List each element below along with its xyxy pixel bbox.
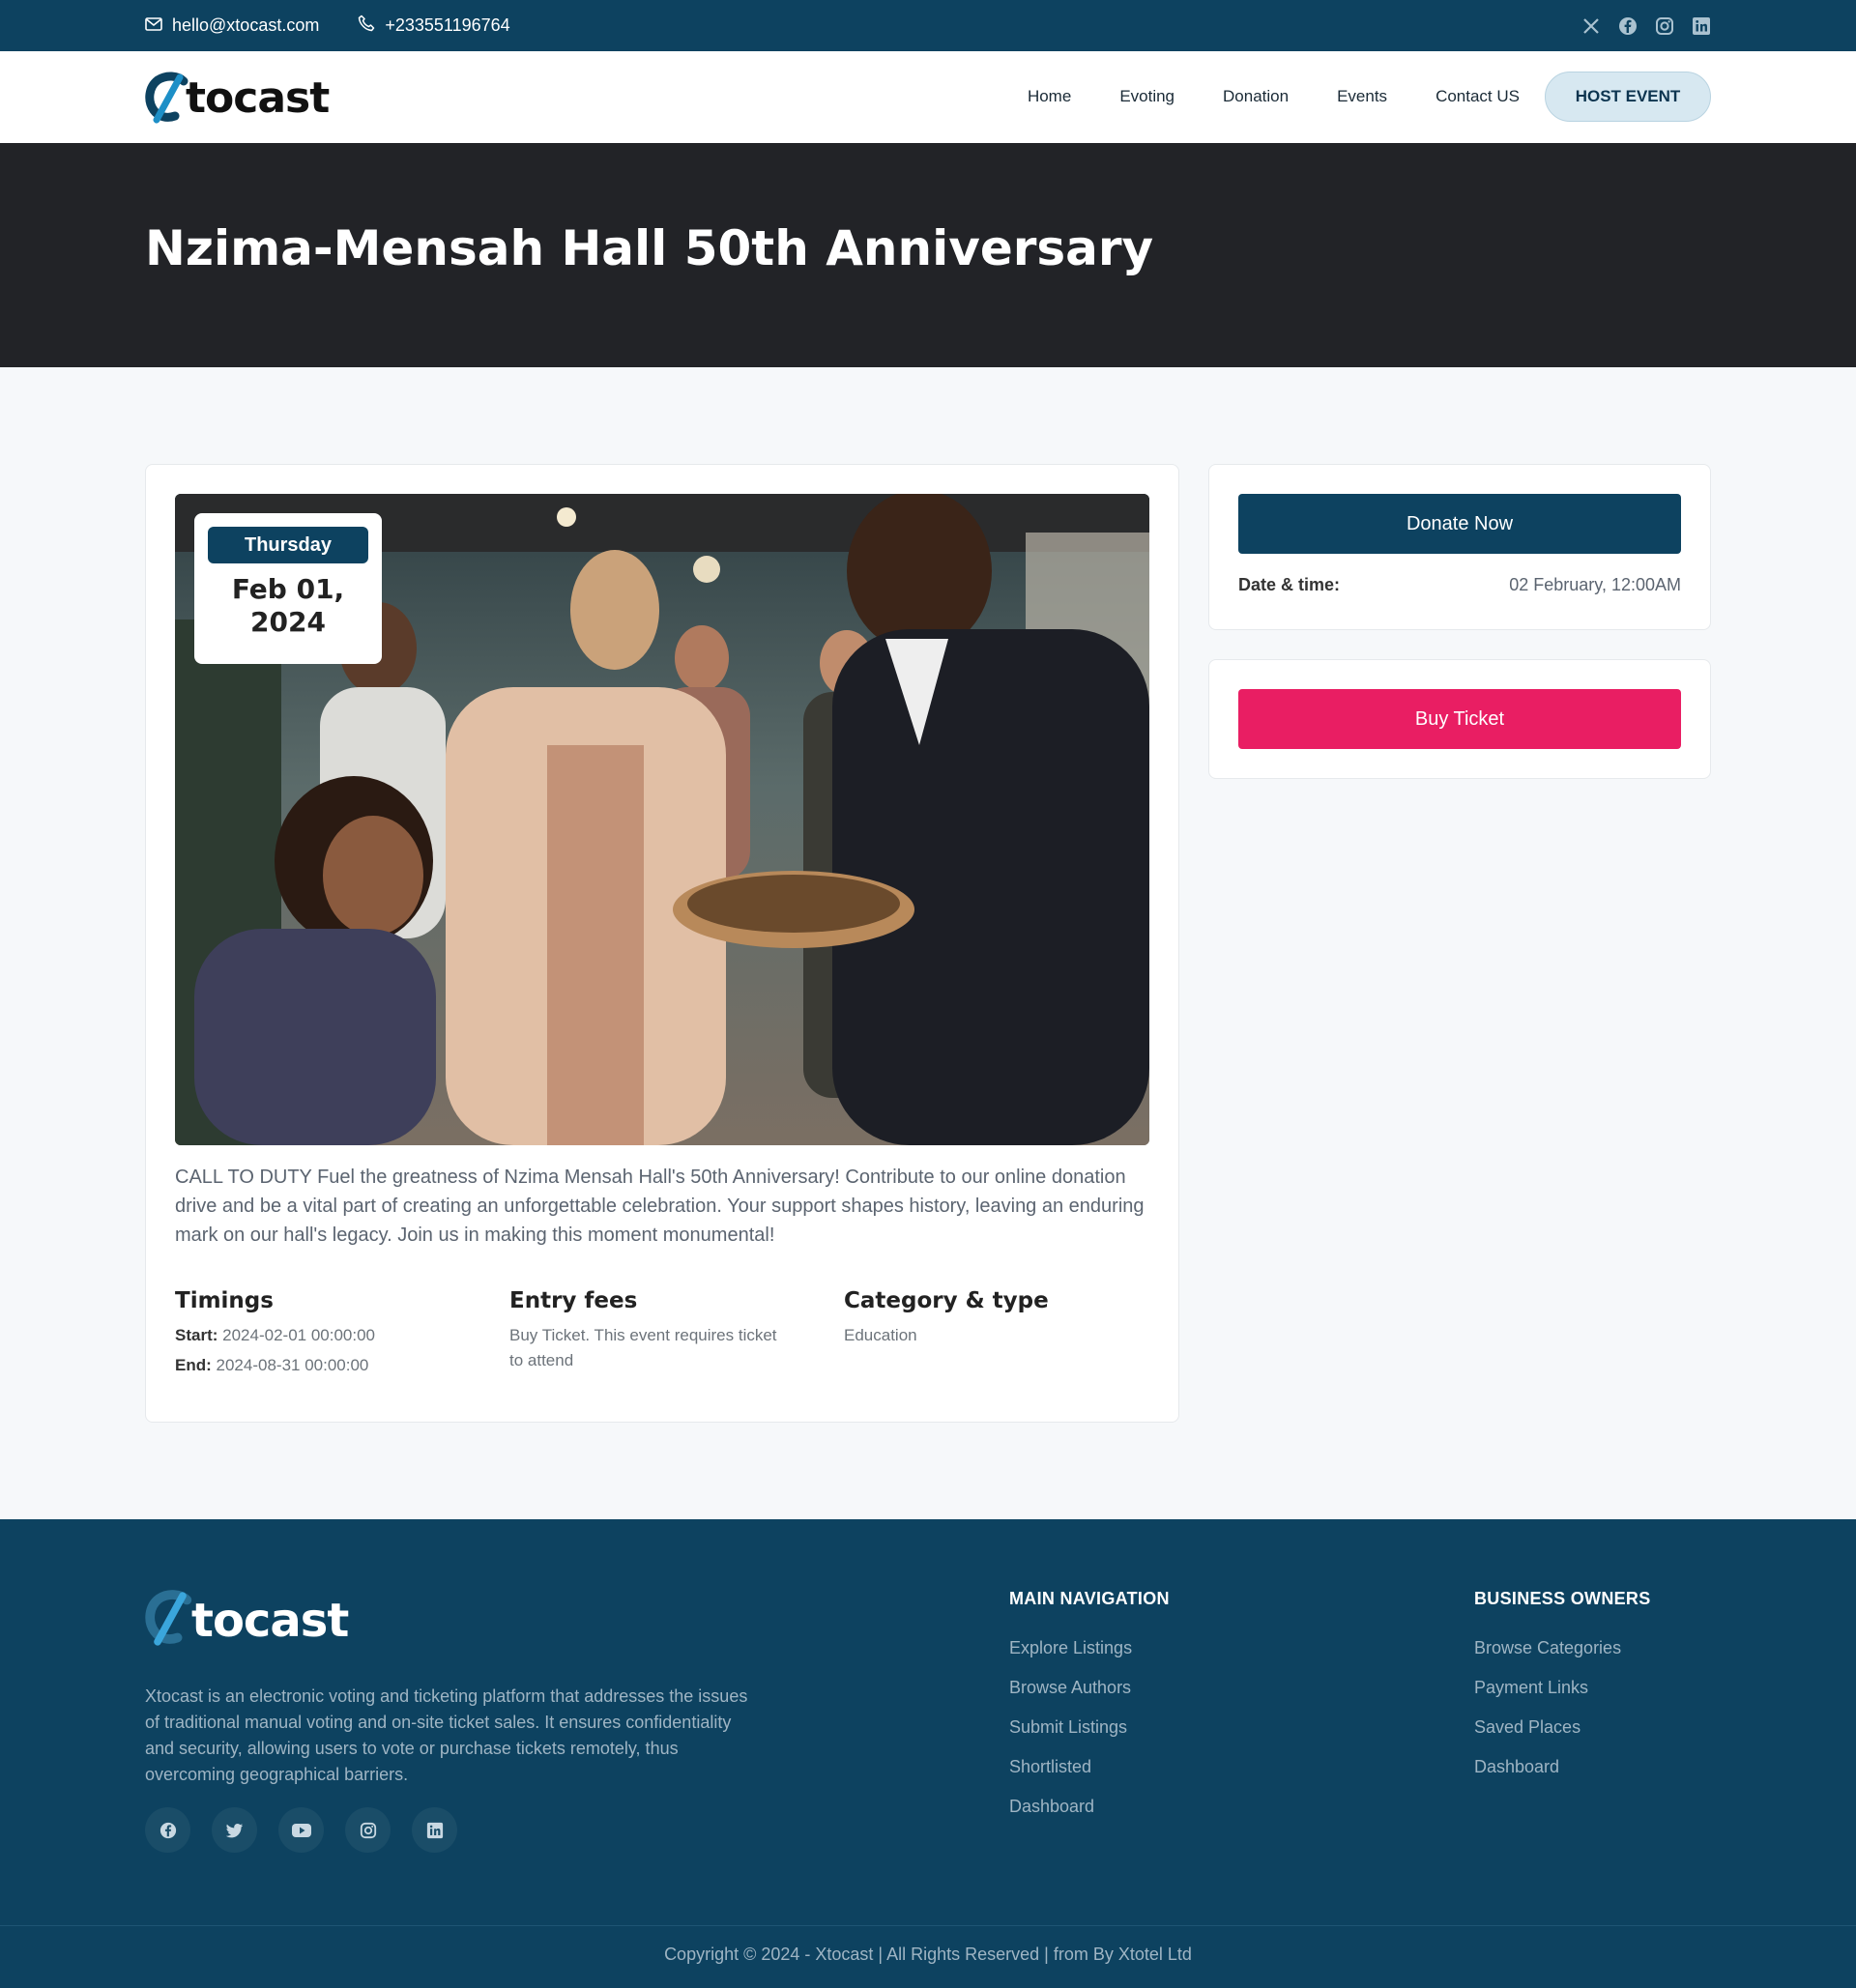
event-description: CALL TO DUTY Fuel the greatness of Nzima… xyxy=(175,1167,1145,1246)
footer-business-heading: BUSINESS OWNERS xyxy=(1474,1589,1651,1608)
datetime-row: Date & time: 02 February, 12:00AM xyxy=(1238,575,1681,595)
facebook-icon[interactable] xyxy=(145,1807,190,1853)
footer-divider xyxy=(0,1925,1856,1926)
nav-contact[interactable]: Contact US xyxy=(1411,87,1544,106)
footer-link-submit-listings[interactable]: Submit Listings xyxy=(1009,1708,1170,1747)
logo-text: tocast xyxy=(186,72,330,123)
twitter-icon[interactable] xyxy=(212,1807,257,1853)
page-hero: Nzima-Mensah Hall 50th Anniversary xyxy=(0,143,1856,367)
footer-logo-text: tocast xyxy=(191,1594,349,1648)
category-section: Category & type Education xyxy=(844,1288,1144,1348)
end-time: End: 2024-08-31 00:00:00 xyxy=(175,1353,475,1378)
site-footer: tocast Xtocast is an electronic voting a… xyxy=(0,1519,1856,1988)
email-link[interactable]: hello@xtocast.com xyxy=(145,15,319,36)
event-date: Feb 01, 2024 xyxy=(231,573,345,638)
footer-link-shortlisted[interactable]: Shortlisted xyxy=(1009,1747,1170,1787)
footer-link-browse-authors[interactable]: Browse Authors xyxy=(1009,1668,1170,1708)
nav-evoting[interactable]: Evoting xyxy=(1095,87,1199,106)
buy-ticket-button[interactable]: Buy Ticket xyxy=(1238,689,1681,749)
youtube-icon[interactable] xyxy=(278,1807,324,1853)
datetime-value: 02 February, 12:00AM xyxy=(1509,575,1681,594)
phone-icon xyxy=(358,14,375,37)
phone-link[interactable]: +233551196764 xyxy=(358,14,510,37)
footer-social xyxy=(145,1807,457,1853)
contact-info: hello@xtocast.com +233551196764 xyxy=(145,0,510,51)
event-day: Thursday xyxy=(208,527,368,563)
footer-link-business-dashboard[interactable]: Dashboard xyxy=(1474,1747,1651,1787)
top-bar: hello@xtocast.com +233551196764 xyxy=(0,0,1856,51)
footer-main-nav-heading: MAIN NAVIGATION xyxy=(1009,1589,1170,1608)
datetime-label: Date & time: xyxy=(1238,575,1341,594)
copyright-text: Copyright © 2024 - Xtocast | All Rights … xyxy=(664,1945,1192,1964)
nav-events[interactable]: Events xyxy=(1313,87,1411,106)
phone-text: +233551196764 xyxy=(385,15,510,35)
site-logo[interactable]: tocast xyxy=(145,71,330,125)
timings-heading: Timings xyxy=(175,1288,274,1313)
x-icon[interactable] xyxy=(1581,16,1601,36)
site-header: tocast Home Evoting Donation Events Cont… xyxy=(0,51,1856,143)
footer-main-nav: MAIN NAVIGATION Explore Listings Browse … xyxy=(1009,1589,1170,1827)
end-label: End: xyxy=(175,1356,212,1374)
start-value: 2024-02-01 00:00:00 xyxy=(222,1326,375,1344)
category-text: Education xyxy=(844,1326,917,1344)
entry-fees-text: Buy Ticket. This event requires ticket t… xyxy=(509,1326,777,1369)
donate-card: Donate Now Date & time: 02 February, 12:… xyxy=(1208,464,1711,630)
logo-mark-icon xyxy=(145,72,189,124)
footer-logo[interactable]: tocast xyxy=(145,1589,349,1650)
end-value: 2024-08-31 00:00:00 xyxy=(216,1356,369,1374)
footer-link-browse-categories[interactable]: Browse Categories xyxy=(1474,1628,1651,1668)
category-heading: Category & type xyxy=(844,1288,1049,1313)
ticket-card: Buy Ticket xyxy=(1208,659,1711,779)
timings-section: Timings Start: 2024-02-01 00:00:00 End: … xyxy=(175,1288,475,1378)
footer-link-dashboard[interactable]: Dashboard xyxy=(1009,1787,1170,1827)
event-date-badge: Thursday Feb 01, 2024 xyxy=(194,513,382,664)
footer-link-explore-listings[interactable]: Explore Listings xyxy=(1009,1628,1170,1668)
instagram-icon[interactable] xyxy=(1655,16,1674,36)
nav-donation[interactable]: Donation xyxy=(1199,87,1313,106)
event-details-card: Thursday Feb 01, 2024 CALL TO DUTY Fuel … xyxy=(145,464,1179,1423)
nav-home[interactable]: Home xyxy=(1003,87,1095,106)
page-title: Nzima-Mensah Hall 50th Anniversary xyxy=(145,220,1154,276)
facebook-icon[interactable] xyxy=(1618,16,1638,36)
entry-fees-heading: Entry fees xyxy=(509,1288,638,1313)
footer-link-payment-links[interactable]: Payment Links xyxy=(1474,1668,1651,1708)
footer-business-owners: BUSINESS OWNERS Browse Categories Paymen… xyxy=(1474,1589,1651,1787)
event-image: Thursday Feb 01, 2024 xyxy=(175,494,1149,1145)
footer-about: Xtocast is an electronic voting and tick… xyxy=(145,1686,748,1784)
linkedin-icon[interactable] xyxy=(1692,16,1711,36)
start-time: Start: 2024-02-01 00:00:00 xyxy=(175,1323,475,1348)
donate-now-button[interactable]: Donate Now xyxy=(1238,494,1681,554)
host-event-button[interactable]: HOST EVENT xyxy=(1545,72,1711,122)
email-text: hello@xtocast.com xyxy=(172,15,320,35)
linkedin-icon[interactable] xyxy=(412,1807,457,1853)
instagram-icon[interactable] xyxy=(345,1807,391,1853)
main-nav: Home Evoting Donation Events Contact US … xyxy=(1003,71,1711,123)
entry-fees-section: Entry fees Buy Ticket. This event requir… xyxy=(509,1288,790,1373)
footer-link-saved-places[interactable]: Saved Places xyxy=(1474,1708,1651,1747)
mail-icon xyxy=(145,15,162,36)
topbar-social xyxy=(1581,0,1711,51)
footer-logo-mark-icon xyxy=(145,1589,195,1654)
start-label: Start: xyxy=(175,1326,218,1344)
